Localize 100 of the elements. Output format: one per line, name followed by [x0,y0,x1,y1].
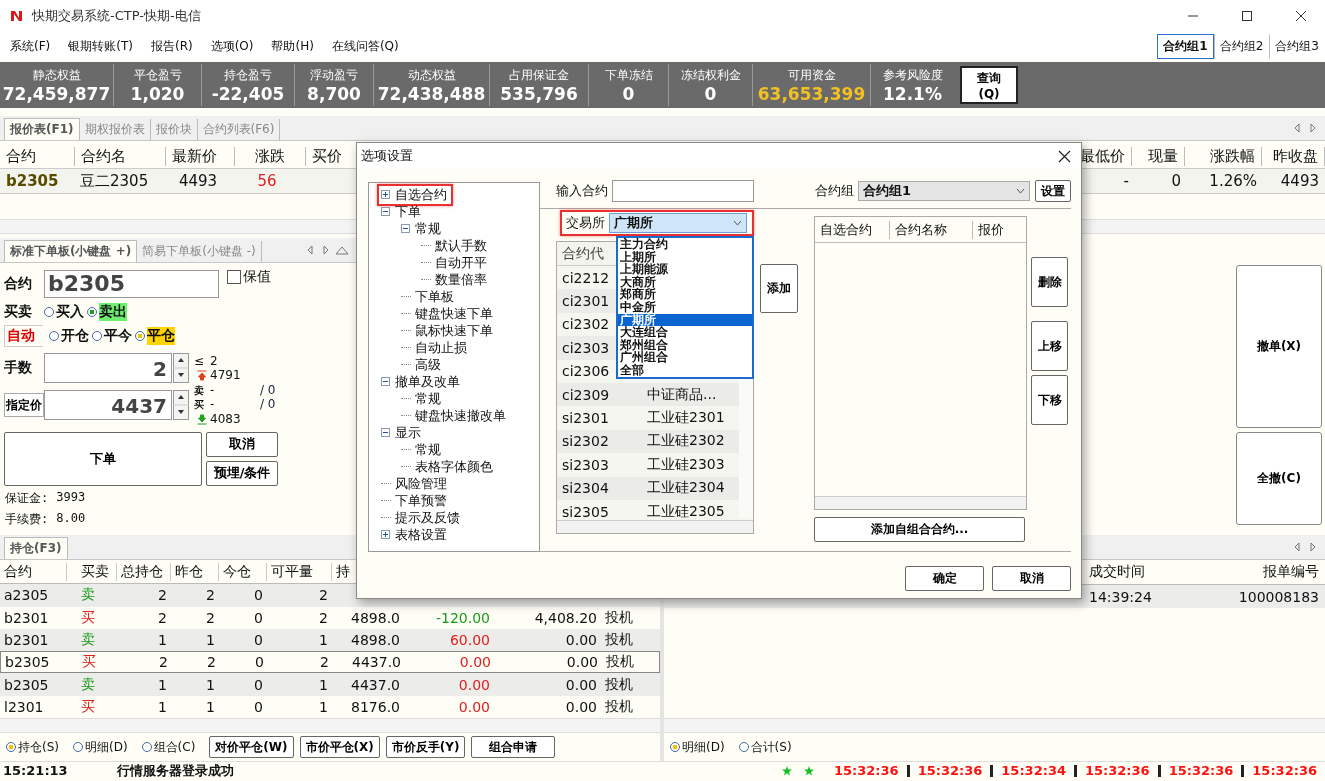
price-field[interactable]: 4437 [44,390,172,420]
column-header[interactable]: 报价 [973,220,1009,239]
tree-item[interactable]: 默认手数 [435,236,487,255]
hedge-checkbox[interactable]: 保值 [227,268,271,286]
menu-item[interactable]: 系统(F) [10,37,51,55]
tree-item[interactable]: 高级 [415,355,441,374]
scroll-tabs-icon[interactable] [1293,542,1317,552]
position-row[interactable]: l2301 买 1 1 0 1 8176.0 0.00 0.00 投机 [0,695,660,718]
tree-item[interactable]: 风险管理 [395,474,447,493]
view-radio[interactable]: 持仓(S) [6,738,59,756]
positions-tab[interactable]: 持仓(F3) [4,537,68,559]
quantity-field[interactable]: 2 [44,353,172,383]
group-dropdown[interactable]: 合约组1 [858,181,1030,201]
view-radio[interactable]: 明细(D) [73,738,128,756]
cancel-button[interactable]: 取消 [992,566,1071,591]
list-action-button[interactable]: 下移 [1031,375,1068,425]
column-header[interactable]: 昨收盘 [1262,146,1325,166]
dropdown-option[interactable]: 大商所 [618,275,752,289]
add-button[interactable]: 添加 [760,264,798,313]
query-button[interactable]: 查询(Q) [960,66,1018,104]
position-row[interactable]: b2305 买 2 2 0 2 4437.0 0.00 0.00 投机 [0,651,660,674]
collapse-icon[interactable] [401,224,410,233]
position-action-button[interactable]: 市价平仓(X) [299,736,380,758]
submit-order-button[interactable]: 下单 [4,431,202,486]
spin-buttons[interactable] [173,390,189,420]
preset-condition-button[interactable]: 预埋/条件 [206,460,278,486]
contract-field[interactable]: b2305 [44,270,219,298]
tree-item[interactable]: 常规 [415,219,441,238]
column-header[interactable]: 可平量 [267,562,332,581]
list-action-button[interactable]: 删除 [1031,257,1068,307]
position-action-button[interactable]: 组合申请 [471,736,556,758]
menu-item[interactable]: 在线问答(Q) [331,37,399,55]
settings-button[interactable]: 设置 [1035,180,1071,202]
dropdown-option[interactable]: 上期所 [618,250,752,264]
horizontal-scrollbar[interactable] [815,496,1026,509]
position-action-button[interactable]: 对价平仓(W) [209,736,294,758]
list-action-button[interactable]: 上移 [1031,321,1068,371]
position-row[interactable]: b2301 买 2 2 0 2 4898.0 -120.00 4,408.20 投机 [0,606,660,629]
tree-item[interactable]: 自选合约 [395,185,447,204]
contract-input-field[interactable] [612,180,754,202]
add-combo-button[interactable]: 添加自组合合约... [814,517,1025,542]
column-header[interactable]: 最新价 [166,146,235,166]
column-header[interactable]: 今仓 [219,562,267,581]
position-row[interactable]: b2305 卖 1 1 0 1 4437.0 0.00 0.00 投机 [0,673,660,696]
tree-item[interactable]: 常规 [415,440,441,459]
tree-item[interactable]: 数量倍率 [435,270,487,289]
cancel-orders-button[interactable]: 全撤(C) [1236,432,1322,525]
horizontal-scrollbar[interactable] [664,718,1325,733]
tree-item[interactable]: 表格字体颜色 [415,457,493,476]
column-header[interactable]: 合约代 [557,244,604,263]
column-header[interactable]: 涨跌 [235,146,306,166]
menu-item[interactable]: 银期转账(T) [68,37,133,55]
tree-item[interactable]: 常规 [415,389,441,408]
position-action-button[interactable]: 市价反手(Y) [385,736,466,758]
side-radio[interactable]: 买入 [44,303,84,321]
column-header[interactable]: 涨跌幅 [1185,146,1262,166]
menu-item[interactable]: 选项(O) [210,37,254,55]
group-tab[interactable]: 合约组1 [1157,33,1214,59]
column-header[interactable]: 合约 [0,146,75,166]
offset-radio[interactable]: 平今 [92,327,132,345]
scroll-tabs-icon[interactable] [306,245,350,255]
group-tab[interactable]: 合约组3 [1269,33,1325,59]
close-icon[interactable] [1058,149,1071,163]
view-radio[interactable]: 明细(D) [670,738,725,756]
close-icon[interactable] [1295,10,1307,22]
maximize-icon[interactable] [1241,10,1253,22]
dropdown-option[interactable]: 郑商所 [618,288,752,301]
tree-item[interactable]: 表格设置 [395,525,447,544]
offset-radio[interactable]: 开仓 [49,327,89,345]
group-tab[interactable]: 合约组2 [1213,33,1270,59]
spin-buttons[interactable] [173,353,189,383]
column-header[interactable]: 成交时间 [1083,563,1203,581]
horizontal-scrollbar[interactable] [0,718,660,733]
view-radio[interactable]: 组合(C) [141,738,196,756]
expand-icon[interactable] [381,530,390,539]
tree-item[interactable]: 撤单及改单 [395,372,460,391]
tree-item[interactable]: 键盘快速下单 [415,304,493,323]
dropdown-option[interactable]: 全部 [618,363,752,377]
quote-tab[interactable]: 报价表(F1) [4,118,80,140]
column-header[interactable]: 自选合约 [815,220,890,239]
horizontal-scrollbar[interactable] [557,520,753,533]
dropdown-option[interactable]: 主力合约 [618,238,752,251]
column-header[interactable]: 总持仓 [117,562,171,581]
tree-item[interactable]: 下单预警 [395,491,447,510]
expand-icon[interactable] [381,190,390,199]
view-radio[interactable]: 合计(S) [738,738,792,756]
collapse-icon[interactable] [381,207,390,216]
tree-item[interactable]: 显示 [395,423,421,442]
tree-item[interactable]: 下单 [395,202,421,221]
cancel-button[interactable]: 取消 [206,431,278,457]
column-header[interactable]: 昨仓 [171,562,219,581]
menu-item[interactable]: 帮助(H) [271,37,314,55]
column-header[interactable]: 合约名 [75,146,166,166]
column-header[interactable]: 报单编号 [1203,563,1325,581]
dropdown-option[interactable]: 广期所 [618,313,752,327]
ok-button[interactable]: 确定 [905,566,984,591]
dropdown-option[interactable]: 广州组合 [618,351,752,364]
cancel-orders-button[interactable]: 撤单(X) [1236,265,1322,428]
position-row[interactable]: b2301 卖 1 1 0 1 4898.0 60.00 0.00 投机 [0,628,660,652]
column-header[interactable]: 买卖 [67,562,117,581]
